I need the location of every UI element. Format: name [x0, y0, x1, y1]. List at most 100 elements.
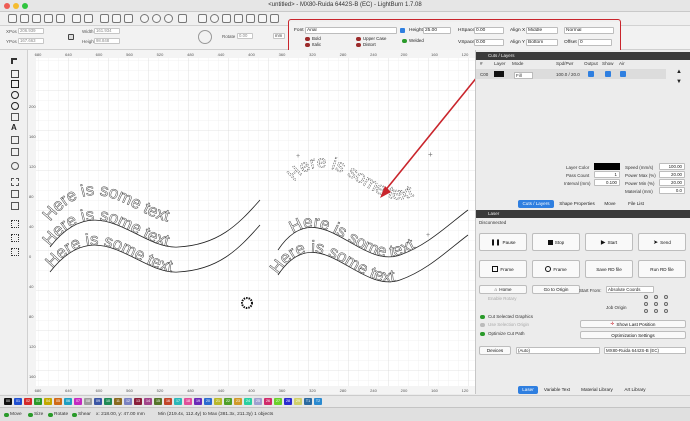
cut-selected-toggle[interactable] — [480, 315, 485, 319]
goto-origin-button[interactable]: Go to Origin — [532, 285, 580, 294]
export-icon[interactable] — [56, 14, 65, 23]
color-swatch[interactable]: T1 — [304, 398, 312, 405]
dock-icon[interactable] — [11, 234, 19, 242]
origin-dot-icon[interactable] — [644, 295, 648, 299]
selection-cross-handle-2[interactable]: + — [296, 153, 300, 160]
color-swatch[interactable]: 06 — [64, 398, 72, 405]
align-icon[interactable] — [11, 190, 19, 198]
cut-icon[interactable] — [100, 14, 109, 23]
distribute-icon[interactable] — [11, 220, 19, 228]
speed-field[interactable]: 100.00 — [659, 163, 685, 170]
position-laser-icon[interactable] — [11, 136, 19, 144]
arrange-3-icon[interactable] — [258, 14, 267, 23]
tab-move[interactable]: Move — [600, 200, 620, 208]
text-tool-icon[interactable]: A — [11, 124, 19, 132]
show-toggle[interactable] — [605, 71, 611, 77]
color-swatch[interactable]: 27 — [274, 398, 282, 405]
color-swatch[interactable]: 21 — [214, 398, 222, 405]
run-rd-button[interactable]: Run RD file — [638, 260, 686, 278]
layout-icon[interactable] — [11, 162, 19, 170]
origin-dot-icon[interactable] — [654, 295, 658, 299]
pass-count-field[interactable]: 1 — [594, 171, 620, 178]
height-prop-field[interactable]: 98.848 — [94, 38, 120, 44]
copy-icon[interactable] — [112, 14, 121, 23]
origin-dot-icon[interactable] — [654, 309, 658, 313]
color-swatch[interactable]: 00 — [4, 398, 12, 405]
rotary-icon[interactable] — [11, 248, 19, 256]
powermax-field[interactable]: 20.00 — [659, 171, 685, 178]
frame-circle-button[interactable]: Frame — [532, 260, 580, 278]
ellipse-icon[interactable] — [11, 91, 19, 99]
send-button[interactable]: ➤ Send — [638, 233, 686, 251]
xpos-field[interactable]: 206.939 — [18, 28, 44, 34]
layer-mode[interactable]: Fill — [514, 72, 533, 79]
color-swatch[interactable]: 16 — [164, 398, 172, 405]
origin-dot-icon[interactable] — [664, 302, 668, 306]
layer-color-box[interactable] — [594, 163, 620, 170]
color-swatch[interactable]: 19 — [194, 398, 202, 405]
color-swatch[interactable]: 08 — [84, 398, 92, 405]
origin-dot-icon[interactable] — [644, 309, 648, 313]
layer-color-swatch[interactable] — [494, 71, 504, 77]
settings-gear-icon[interactable] — [210, 14, 219, 23]
open-file-icon[interactable] — [20, 14, 29, 23]
color-swatch[interactable]: 12 — [124, 398, 132, 405]
selection-cross-handle-3[interactable]: + — [426, 232, 430, 239]
origin-dot-icon[interactable] — [654, 302, 658, 306]
measure-icon[interactable] — [11, 148, 19, 156]
color-swatch[interactable]: 05 — [54, 398, 62, 405]
tab-variable-text[interactable]: Variable Text — [540, 386, 574, 394]
save-rd-button[interactable]: Save RD file — [585, 260, 633, 278]
shear-toggle[interactable] — [72, 413, 77, 417]
pen-icon[interactable] — [11, 113, 19, 121]
polygon-icon[interactable] — [11, 102, 19, 110]
canvas-svg[interactable]: 680 640 600 560 520 480 440 400 360 320 280 240 200 1… — [28, 44, 504, 409]
devices-button[interactable]: Devices — [479, 346, 511, 355]
origin-dot-icon[interactable] — [664, 309, 668, 313]
color-swatch[interactable]: 20 — [204, 398, 212, 405]
flip-icon[interactable] — [11, 202, 19, 210]
paste-icon[interactable] — [124, 14, 133, 23]
color-swatch[interactable]: 14 — [144, 398, 152, 405]
arrange-2-icon[interactable] — [246, 14, 255, 23]
origin-dots-icon[interactable] — [198, 30, 212, 44]
save-file-icon[interactable] — [32, 14, 41, 23]
new-file-icon[interactable] — [8, 14, 17, 23]
zoom-out-icon[interactable] — [152, 14, 161, 23]
move-layer-down-icon[interactable]: ▼ — [676, 79, 682, 85]
start-from-select[interactable]: Absolute Coords — [606, 286, 654, 293]
job-origin-grid[interactable] — [642, 294, 672, 314]
origin-dot-icon[interactable] — [644, 302, 648, 306]
rectangle-icon[interactable] — [11, 80, 19, 88]
cut-layer-row[interactable]: C00 Fill 100.0 / 20.0 — [476, 69, 666, 79]
edit-nodes-icon[interactable] — [11, 70, 19, 78]
grid-array-icon[interactable] — [11, 178, 19, 186]
tab-shape-properties[interactable]: Shape Properties — [556, 200, 598, 208]
ypos-field[interactable]: 167.663 — [18, 38, 44, 44]
color-swatch[interactable]: 29 — [294, 398, 302, 405]
color-swatch[interactable]: 15 — [154, 398, 162, 405]
move-layer-up-icon[interactable]: ▲ — [676, 69, 682, 75]
move-toggle[interactable] — [4, 413, 9, 417]
redo-icon[interactable] — [84, 14, 93, 23]
zoom-fit-icon[interactable] — [164, 14, 173, 23]
pause-button[interactable]: ❚❚ Pause — [479, 233, 527, 251]
color-swatch[interactable]: 18 — [184, 398, 192, 405]
color-swatch[interactable]: 24 — [244, 398, 252, 405]
optimize-cut-toggle[interactable] — [480, 332, 485, 336]
select-arrow-icon[interactable] — [11, 58, 17, 64]
device-settings-icon[interactable] — [222, 14, 231, 23]
color-swatch[interactable]: 17 — [174, 398, 182, 405]
tab-laser[interactable]: Laser — [518, 386, 538, 394]
color-swatch[interactable]: 07 — [74, 398, 82, 405]
color-swatch[interactable]: 13 — [134, 398, 142, 405]
frame-button[interactable]: Frame — [479, 260, 527, 278]
enable-rotary-label[interactable]: Enable Rotary — [488, 296, 517, 301]
stop-button[interactable]: Stop — [532, 233, 580, 251]
arrange-4-icon[interactable] — [270, 14, 279, 23]
port-select[interactable]: (Auto) — [516, 347, 600, 354]
color-swatch[interactable]: 26 — [264, 398, 272, 405]
frame-icon[interactable] — [198, 14, 207, 23]
device-select[interactable]: MX80-Ruida 6442S-B (EC) — [604, 347, 686, 354]
tab-material-library[interactable]: Material Library — [576, 386, 618, 394]
